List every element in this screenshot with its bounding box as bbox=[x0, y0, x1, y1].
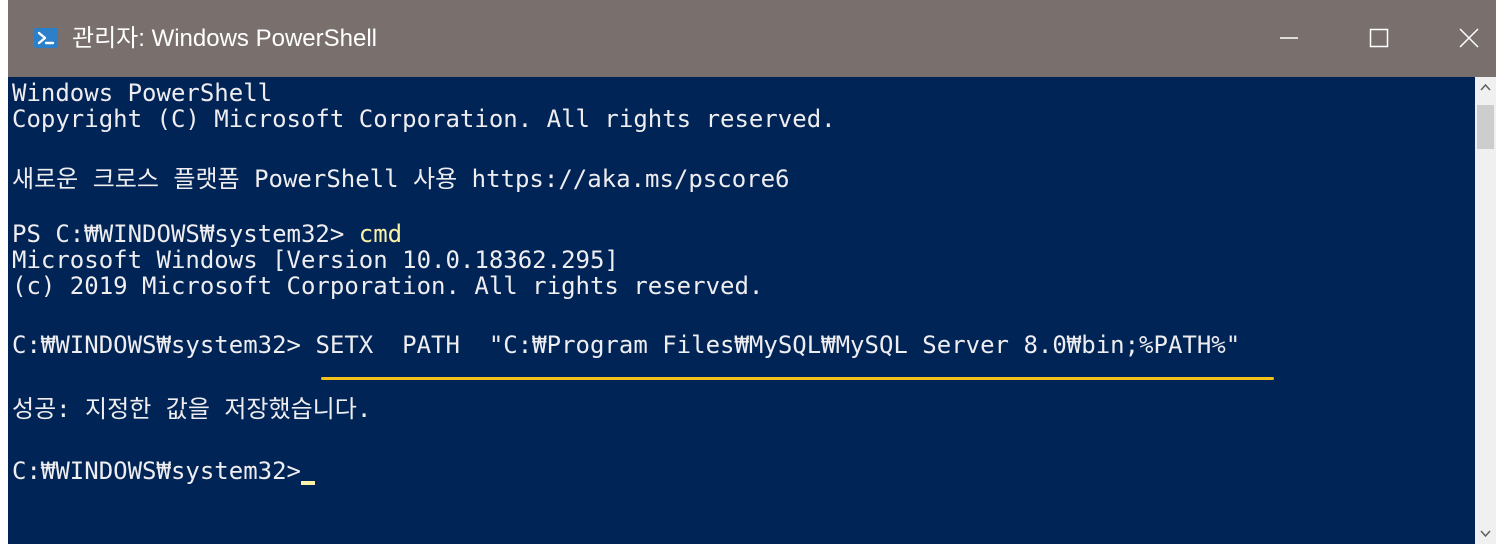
prompt-text: C:₩WINDOWS₩system32> bbox=[12, 457, 301, 485]
maximize-button[interactable] bbox=[1334, 0, 1424, 77]
highlight-underline bbox=[321, 377, 1274, 380]
console-line: PS C:₩WINDOWS₩system32> cmd bbox=[12, 220, 402, 248]
console-line: Microsoft Windows [Version 10.0.18362.29… bbox=[12, 246, 619, 274]
console-line: C:₩WINDOWS₩system32> bbox=[12, 457, 315, 485]
console-line: C:₩WINDOWS₩system32> SETX PATH "C:₩Progr… bbox=[12, 331, 1240, 359]
minimize-icon bbox=[1280, 37, 1298, 39]
typed-command: cmd bbox=[358, 220, 403, 248]
powershell-window: 관리자: Windows PowerShell Windows PowerShe… bbox=[0, 0, 1496, 544]
prompt-text: C:₩WINDOWS₩system32> bbox=[12, 331, 316, 359]
chevron-up-icon bbox=[1480, 83, 1491, 91]
chevron-down-icon bbox=[1480, 530, 1491, 538]
window-edge bbox=[0, 0, 8, 544]
maximize-icon bbox=[1369, 28, 1389, 48]
prompt-text: PS C:₩WINDOWS₩system32> bbox=[12, 220, 359, 248]
console-line: 성공: 지정한 값을 저장했습니다. bbox=[12, 395, 372, 423]
window-title: 관리자: Windows PowerShell bbox=[72, 25, 377, 52]
scroll-down-button[interactable] bbox=[1475, 524, 1496, 544]
console-line: Copyright (C) Microsoft Corporation. All… bbox=[12, 105, 836, 133]
console-line: (c) 2019 Microsoft Corporation. All righ… bbox=[12, 272, 764, 300]
close-button[interactable] bbox=[1424, 0, 1496, 77]
vertical-scrollbar[interactable] bbox=[1475, 77, 1496, 544]
scroll-thumb[interactable] bbox=[1477, 105, 1494, 149]
console-line: 새로운 크로스 플랫폼 PowerShell 사용 https://aka.ms… bbox=[12, 165, 790, 193]
title-bar[interactable]: 관리자: Windows PowerShell bbox=[8, 0, 1496, 77]
scroll-up-button[interactable] bbox=[1475, 77, 1496, 97]
minimize-button[interactable] bbox=[1244, 0, 1334, 77]
console-output[interactable]: Windows PowerShell Copyright (C) Microso… bbox=[8, 77, 1475, 544]
setx-command: SETX PATH "C:₩Program Files₩MySQL₩MySQL … bbox=[315, 331, 1241, 359]
text-cursor bbox=[300, 481, 315, 485]
powershell-icon[interactable] bbox=[34, 28, 58, 48]
console-line: Windows PowerShell bbox=[12, 79, 273, 107]
close-icon bbox=[1459, 28, 1479, 48]
